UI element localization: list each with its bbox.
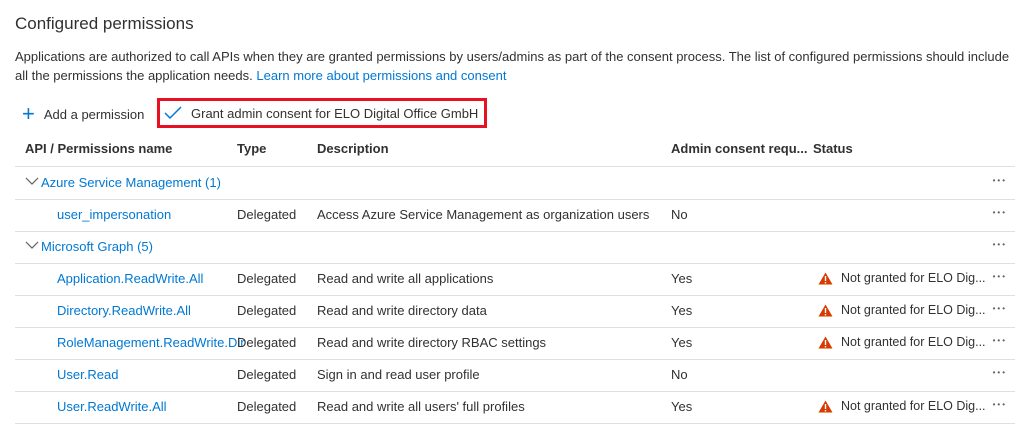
warning-icon	[818, 272, 833, 285]
permission-link[interactable]: user_impersonation	[57, 199, 171, 231]
status-text: Not granted for ELO Dig...	[841, 271, 986, 285]
admin-consent-required: Yes	[671, 303, 693, 318]
permission-type: Delegated	[237, 303, 297, 318]
more-options-icon[interactable]: •••	[993, 359, 1007, 387]
column-header-description[interactable]: Description	[317, 141, 389, 156]
status: Not granted for ELO Dig...	[818, 295, 986, 325]
page-title: Configured permissions	[15, 14, 194, 33]
permission-description: Read and write all applications	[317, 271, 494, 286]
chevron-down-icon[interactable]	[25, 230, 39, 262]
checkmark-icon	[164, 106, 182, 120]
permission-description: Read and write directory RBAC settings	[317, 335, 547, 350]
status: Not granted for ELO Dig...	[818, 263, 986, 293]
column-header-admin-consent[interactable]: Admin consent requ...	[671, 141, 808, 156]
permission-link[interactable]: User.ReadWrite.All	[57, 391, 167, 423]
column-header-name[interactable]: API / Permissions name	[25, 141, 172, 156]
group-row[interactable]: Microsoft Graph (5) •••	[15, 231, 1015, 264]
status: Not granted for ELO Dig...	[818, 391, 986, 421]
more-options-icon[interactable]: •••	[993, 167, 1007, 195]
permission-description: Read and write all users' full profiles	[317, 399, 525, 414]
admin-consent-required: No	[671, 367, 688, 382]
table-row[interactable]: Application.ReadWrite.All Delegated Read a…	[15, 263, 1015, 296]
warning-icon	[818, 304, 833, 317]
chevron-down-icon[interactable]	[25, 166, 39, 198]
permission-type: Delegated	[237, 367, 297, 382]
table-row[interactable]: user_impersonation Delegated Access Azure …	[15, 199, 1015, 232]
table-row[interactable]: Directory.ReadWrite.All Delegated Read and…	[15, 295, 1015, 328]
permission-description: Read and write directory data	[317, 303, 487, 318]
permission-description: Access Azure Service Management as organ…	[317, 207, 650, 222]
status-text: Not granted for ELO Dig...	[841, 399, 986, 413]
more-options-icon[interactable]: •••	[993, 263, 1007, 291]
permission-type: Delegated	[237, 271, 297, 286]
grant-admin-consent-label: Grant admin consent for ELO Digital Offi…	[191, 105, 479, 121]
table-row[interactable]: User.ReadWrite.All Delegated Read and writ…	[15, 391, 1015, 424]
intro-description: Applications are authorized to call APIs…	[15, 49, 1010, 83]
permission-type: Delegated	[237, 335, 297, 350]
table-row[interactable]: RoleManagement.ReadWrite.Dir Delegated Rea…	[15, 327, 1015, 360]
add-permission-button[interactable]: + Add a permission	[22, 100, 144, 128]
table-row[interactable]: User.Read Delegated Sign in and read user …	[15, 359, 1015, 392]
api-group-link[interactable]: Microsoft Graph (5)	[41, 231, 153, 263]
status: Not granted for ELO Dig...	[818, 327, 986, 357]
permission-type: Delegated	[237, 399, 297, 414]
admin-consent-required: Yes	[671, 335, 693, 350]
admin-consent-required: No	[671, 207, 688, 222]
permission-description: Sign in and read user profile	[317, 367, 480, 382]
warning-icon	[818, 336, 833, 349]
admin-consent-required: Yes	[671, 271, 693, 286]
more-options-icon[interactable]: •••	[993, 327, 1007, 355]
more-options-icon[interactable]: •••	[993, 391, 1007, 419]
status-text: Not granted for ELO Dig...	[841, 335, 986, 349]
status-text: Not granted for ELO Dig...	[841, 303, 986, 317]
intro-text: Applications are authorized to call APIs…	[15, 47, 1020, 85]
permission-link[interactable]: User.Read	[57, 359, 118, 391]
permission-link[interactable]: Application.ReadWrite.All	[57, 263, 203, 295]
column-header-status[interactable]: Status	[813, 141, 853, 156]
admin-consent-required: Yes	[671, 399, 693, 414]
more-options-icon[interactable]: •••	[993, 295, 1007, 323]
permission-type: Delegated	[237, 207, 297, 222]
warning-icon	[818, 400, 833, 413]
permission-link[interactable]: RoleManagement.ReadWrite.Dir	[57, 327, 245, 359]
more-options-icon[interactable]: •••	[993, 231, 1007, 259]
add-permission-label: Add a permission	[43, 106, 145, 122]
column-header-type[interactable]: Type	[237, 141, 266, 156]
plus-icon: +	[22, 101, 35, 126]
api-group-link[interactable]: Azure Service Management (1)	[41, 167, 221, 199]
learn-more-link[interactable]: Learn more about permissions and consent	[256, 68, 506, 83]
group-row[interactable]: Azure Service Management (1) •••	[15, 167, 1015, 200]
permission-link[interactable]: Directory.ReadWrite.All	[57, 295, 191, 327]
grant-admin-consent-button[interactable]: Grant admin consent for ELO Digital Offi…	[157, 98, 488, 128]
more-options-icon[interactable]: •••	[993, 199, 1007, 227]
